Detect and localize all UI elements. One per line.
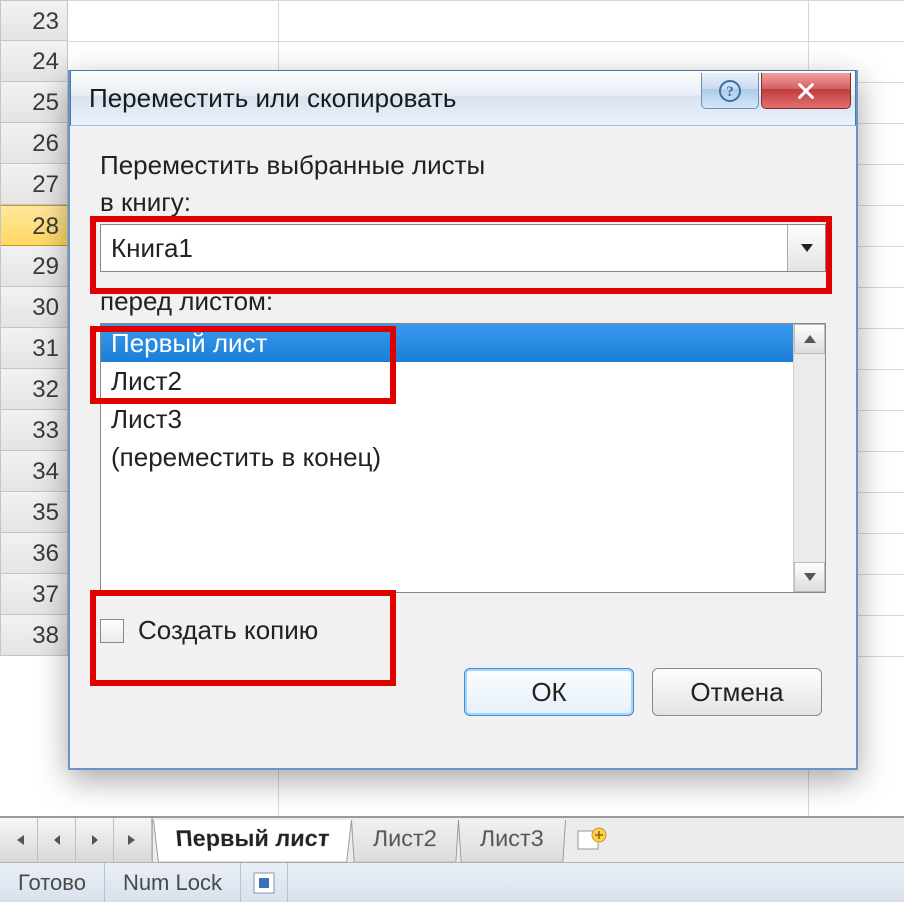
scroll-up-icon[interactable] (794, 324, 825, 354)
create-copy-checkbox[interactable] (100, 619, 124, 643)
help-button[interactable]: ? (701, 73, 759, 109)
row-header[interactable]: 26 (0, 123, 68, 164)
list-item[interactable]: Лист2 (101, 362, 793, 400)
create-copy-label: Создать копию (138, 615, 318, 646)
svg-text:?: ? (726, 84, 734, 100)
status-bar: Готово Num Lock (0, 862, 904, 902)
row-header[interactable]: 23 (0, 0, 68, 41)
status-ready: Готово (0, 863, 105, 902)
sheet-listbox[interactable]: Первый листЛист2Лист3(переместить в коне… (100, 323, 826, 593)
row-header[interactable]: 24 (0, 41, 68, 82)
cancel-button[interactable]: Отмена (652, 668, 822, 716)
nav-prev-icon[interactable] (38, 818, 76, 862)
row-header[interactable]: 36 (0, 533, 68, 574)
nav-last-icon[interactable] (114, 818, 152, 862)
sheet-tab-bar: Первый листЛист2Лист3 (0, 816, 904, 862)
row-header[interactable]: 25 (0, 82, 68, 123)
row-header[interactable]: 35 (0, 492, 68, 533)
sheet-tab[interactable]: Лист2 (351, 820, 459, 863)
label-move-selected: Переместить выбранные листы (100, 150, 826, 181)
row-header[interactable]: 33 (0, 410, 68, 451)
status-macro-icon[interactable] (241, 863, 288, 902)
label-before-sheet: перед листом: (100, 286, 826, 317)
row-header[interactable]: 32 (0, 369, 68, 410)
row-header[interactable]: 37 (0, 574, 68, 615)
dialog-titlebar[interactable]: Переместить или скопировать ? (70, 70, 856, 126)
status-numlock: Num Lock (105, 863, 241, 902)
row-header[interactable]: 28 (0, 205, 68, 246)
label-to-book: в книгу: (100, 187, 826, 218)
sheet-tab[interactable]: Лист3 (458, 820, 566, 863)
dialog-title: Переместить или скопировать (89, 83, 456, 114)
scrollbar[interactable] (793, 324, 825, 592)
row-header[interactable]: 27 (0, 164, 68, 205)
nav-first-icon[interactable] (0, 818, 38, 862)
row-header[interactable]: 30 (0, 287, 68, 328)
ok-button[interactable]: ОК (464, 668, 634, 716)
workbook-combo[interactable]: Книга1 (100, 224, 826, 272)
row-header[interactable]: 31 (0, 328, 68, 369)
row-header[interactable]: 29 (0, 246, 68, 287)
chevron-down-icon[interactable] (787, 225, 825, 271)
close-button[interactable] (761, 73, 851, 109)
scroll-down-icon[interactable] (794, 562, 825, 592)
sheet-tab[interactable]: Первый лист (153, 820, 352, 863)
list-item[interactable]: Первый лист (101, 324, 793, 362)
move-or-copy-dialog: Переместить или скопировать ? Переместит… (68, 70, 858, 770)
workbook-value: Книга1 (111, 233, 193, 264)
row-header[interactable]: 34 (0, 451, 68, 492)
row-header[interactable]: 38 (0, 615, 68, 656)
new-sheet-icon[interactable] (572, 821, 612, 859)
nav-next-icon[interactable] (76, 818, 114, 862)
list-item[interactable]: (переместить в конец) (101, 438, 793, 476)
list-item[interactable]: Лист3 (101, 400, 793, 438)
